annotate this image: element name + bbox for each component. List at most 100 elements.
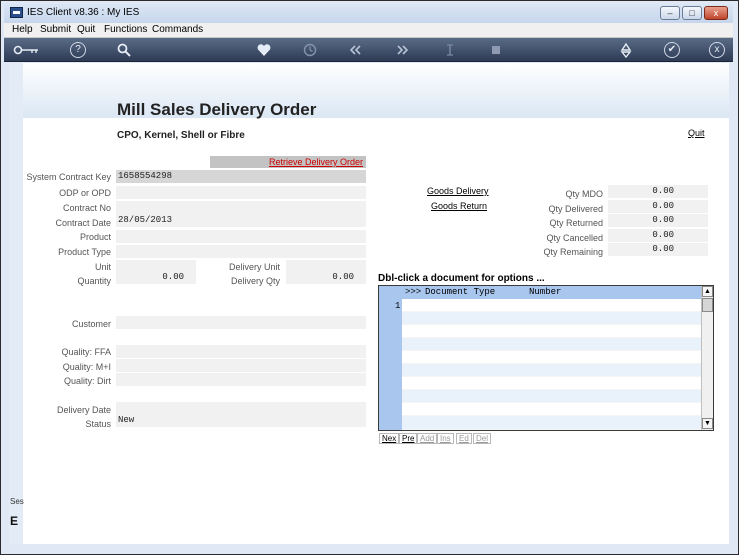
- quality-ffa-label: Quality: FFA: [61, 347, 111, 357]
- product-type-field[interactable]: [116, 245, 366, 258]
- quality-mi-label: Quality: M+I: [62, 362, 111, 372]
- stop-icon[interactable]: [488, 42, 504, 58]
- table-row[interactable]: [402, 416, 701, 430]
- session-label-stub: Ses: [10, 497, 24, 506]
- grid-header: >>> Document Type Number: [379, 286, 701, 299]
- page-title: Mill Sales Delivery Order: [117, 100, 317, 119]
- check-icon[interactable]: ✔: [664, 42, 680, 58]
- page-subtitle: CPO, Kernel, Shell or Fibre: [117, 130, 245, 141]
- menu-bar: Help Submit Quit Functions Commands: [4, 23, 733, 38]
- title-bar: IES Client v8.36 : My IES – □ x: [4, 4, 733, 23]
- status-label: Status: [85, 419, 111, 429]
- qty-returned-field: 0.00: [608, 214, 708, 227]
- menu-help[interactable]: Help: [12, 24, 33, 35]
- table-row[interactable]: [402, 338, 701, 351]
- window-title: IES Client v8.36 : My IES: [27, 7, 140, 18]
- minimize-button[interactable]: –: [660, 6, 680, 20]
- qty-cancelled-label: Qty Cancelled: [546, 233, 603, 243]
- product-type-label: Product Type: [58, 247, 111, 257]
- grid-column-number[interactable]: Number: [529, 286, 561, 299]
- system-contract-key-label: System Contract Key: [26, 172, 111, 182]
- table-row[interactable]: [402, 403, 701, 416]
- grid-edit-button[interactable]: Ed: [456, 433, 472, 444]
- menu-submit[interactable]: Submit: [40, 24, 71, 35]
- goods-delivery-link[interactable]: Goods Delivery: [427, 186, 489, 196]
- odp-or-opd-field[interactable]: [116, 186, 366, 199]
- scroll-up-icon[interactable]: ▲: [702, 286, 713, 297]
- grid-next-button[interactable]: Nex: [379, 433, 400, 444]
- product-label: Product: [79, 232, 111, 242]
- status-field[interactable]: New: [116, 414, 366, 427]
- contract-no-label: Contract No: [62, 203, 111, 213]
- quality-mi-field[interactable]: [116, 359, 366, 372]
- text-cursor-icon[interactable]: [442, 42, 458, 58]
- unit-label: Unit: [94, 262, 111, 272]
- contract-no-field[interactable]: [116, 201, 366, 214]
- qty-remaining-field: 0.00: [608, 243, 708, 256]
- grid-insert-button[interactable]: Ins: [437, 433, 454, 444]
- search-icon[interactable]: [116, 42, 132, 58]
- contract-date-label: Contract Date: [55, 218, 111, 228]
- grid-row-number: 1: [395, 301, 401, 311]
- clock-icon[interactable]: [302, 42, 318, 58]
- grid-delete-button[interactable]: Del: [473, 433, 492, 444]
- app-icon: [10, 7, 23, 18]
- grid-column-document-type[interactable]: Document Type: [425, 286, 495, 299]
- goods-return-link[interactable]: Goods Return: [431, 201, 487, 211]
- table-row[interactable]: [402, 312, 701, 325]
- close-window-button[interactable]: x: [704, 6, 728, 20]
- side-strip: [9, 63, 23, 544]
- product-field[interactable]: [116, 230, 366, 243]
- odp-or-opd-label: ODP or OPD: [59, 188, 111, 198]
- key-icon[interactable]: [12, 42, 40, 58]
- customer-label: Customer: [71, 319, 111, 329]
- table-row[interactable]: [402, 364, 701, 377]
- scroll-thumb[interactable]: [702, 298, 713, 312]
- delivery-qty-label: Delivery Qty: [230, 276, 280, 286]
- delivery-qty-field[interactable]: 0.00: [286, 271, 366, 284]
- contract-date-field[interactable]: 28/05/2013: [116, 214, 366, 227]
- quantity-label: Quantity: [77, 276, 111, 286]
- heart-icon[interactable]: [256, 42, 272, 58]
- retrieve-delivery-order-button[interactable]: Retrieve Delivery Order: [210, 156, 366, 168]
- quality-dirt-field[interactable]: [116, 373, 366, 386]
- table-row[interactable]: [402, 325, 701, 338]
- quality-ffa-field[interactable]: [116, 345, 366, 358]
- table-row[interactable]: [402, 377, 701, 390]
- scroll-down-icon[interactable]: ▼: [702, 418, 713, 429]
- qty-cancelled-field: 0.00: [608, 229, 708, 242]
- quit-link[interactable]: Quit: [688, 128, 705, 138]
- menu-functions[interactable]: Functions: [104, 24, 147, 35]
- help-icon[interactable]: ?: [70, 42, 86, 58]
- table-row[interactable]: [402, 299, 701, 312]
- qty-delivered-field: 0.00: [608, 200, 708, 213]
- delivery-unit-label: Delivery Unit: [228, 262, 280, 272]
- grid-previous-button[interactable]: Pre: [399, 433, 418, 444]
- table-row[interactable]: [402, 390, 701, 403]
- grid-header-marker: >>>: [405, 287, 422, 297]
- maximize-button[interactable]: □: [682, 6, 702, 20]
- recycle-icon[interactable]: [618, 42, 634, 59]
- delivery-date-label: Delivery Date: [56, 405, 111, 415]
- qty-delivered-label: Qty Delivered: [548, 204, 603, 214]
- close-icon[interactable]: x: [709, 42, 725, 58]
- qty-mdo-label: Qty MDO: [565, 189, 604, 199]
- qty-mdo-field: 0.00: [608, 185, 708, 198]
- menu-quit[interactable]: Quit: [77, 24, 95, 35]
- quantity-field[interactable]: 0.00: [116, 271, 196, 284]
- menu-commands[interactable]: Commands: [152, 24, 203, 35]
- system-contract-key-field[interactable]: 1658554298: [116, 170, 366, 183]
- customer-field[interactable]: [116, 316, 366, 329]
- qty-returned-label: Qty Returned: [549, 218, 603, 228]
- grid-scrollbar[interactable]: ▲ ▼: [701, 286, 713, 430]
- grid-title: Dbl-click a document for options ...: [378, 273, 545, 284]
- qty-remaining-label: Qty Remaining: [543, 247, 603, 257]
- document-grid: >>> Document Type Number 1 ▲ ▼: [378, 285, 714, 431]
- fast-forward-icon[interactable]: [395, 42, 411, 58]
- table-row[interactable]: [402, 351, 701, 364]
- quality-dirt-label: Quality: Dirt: [63, 376, 111, 386]
- grid-add-button[interactable]: Add: [417, 433, 438, 444]
- session-glyph-stub: E: [10, 514, 19, 528]
- toolbar: ? ✔ x: [4, 38, 733, 62]
- rewind-icon[interactable]: [347, 42, 363, 58]
